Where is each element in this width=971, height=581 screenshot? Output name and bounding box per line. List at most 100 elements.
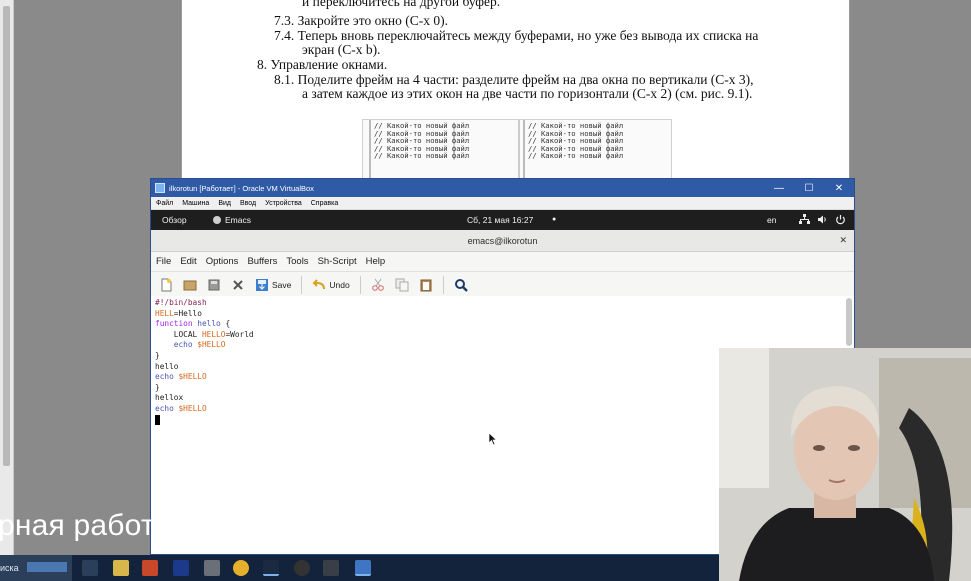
notification-dot: ● <box>552 216 557 223</box>
code-token: hellox <box>155 393 184 403</box>
code-token: LOCAL <box>155 329 202 339</box>
doc-line: и переключитесь на другой буфер. <box>302 0 501 9</box>
vbox-menu-view[interactable]: Вид <box>218 200 231 207</box>
code-token: echo <box>155 403 179 413</box>
cut-button[interactable] <box>371 275 385 295</box>
taskbar-search-label: иска <box>0 563 19 573</box>
menu-file[interactable]: File <box>156 256 171 267</box>
steam-icon[interactable] <box>263 560 279 576</box>
vbox-menu-help[interactable]: Справка <box>311 200 338 207</box>
vbox-menu-file[interactable]: Файл <box>156 200 173 207</box>
keyboard-layout[interactable]: en <box>767 215 776 225</box>
code-token: function <box>155 319 193 329</box>
menu-edit[interactable]: Edit <box>180 256 196 267</box>
text-cursor <box>155 414 160 425</box>
app-menu-label: Emacs <box>225 215 251 225</box>
app-icon[interactable] <box>204 560 220 576</box>
undo-icon <box>312 278 326 289</box>
vbox-menu-machine[interactable]: Машина <box>182 200 209 207</box>
search-icon <box>454 278 468 292</box>
scroll-thumb[interactable] <box>3 6 10 466</box>
new-file-button[interactable] <box>159 275 173 295</box>
buffer-scrollbar[interactable] <box>846 298 852 346</box>
menu-tools[interactable]: Tools <box>286 256 308 267</box>
menu-sh-script[interactable]: Sh-Script <box>318 256 357 267</box>
toolbar-separator <box>301 275 303 294</box>
doc-line: 8. Управление окнами. <box>257 57 388 72</box>
vbox-menu-input[interactable]: Ввод <box>240 200 256 207</box>
code-token: HELL <box>155 308 174 318</box>
taskbar-search[interactable]: иска <box>0 555 72 581</box>
save-icon <box>256 278 268 291</box>
search-highlight-image <box>27 562 68 572</box>
copy-button[interactable] <box>395 275 409 295</box>
webcam-person-image <box>719 348 971 581</box>
emacs-titlebar[interactable]: emacs@ilkorotun ✕ <box>151 230 854 252</box>
code-line: function hello { <box>155 319 850 330</box>
copy-icon <box>395 278 409 291</box>
app-menu[interactable]: Emacs <box>213 215 251 225</box>
vbox-titlebar[interactable]: ilkorotun [Работает] - Oracle VM Virtual… <box>151 179 854 197</box>
photoshop-icon[interactable] <box>173 560 189 576</box>
figure-left-pane: // Какой-то новый файл // Какой-то новый… <box>369 120 517 180</box>
code-token: echo <box>155 372 179 382</box>
emacs-close-button[interactable]: ✕ <box>839 235 847 246</box>
close-button[interactable]: ✕ <box>824 179 854 197</box>
system-status-area[interactable] <box>799 214 846 225</box>
code-token: hello <box>197 319 221 329</box>
virtualbox-icon <box>155 183 165 193</box>
emacs-toolbar: Save Undo <box>151 272 854 298</box>
task-view-icon[interactable] <box>82 560 98 576</box>
toolbar-separator <box>359 275 361 294</box>
virtualbox-taskbar-icon[interactable] <box>355 560 371 576</box>
menu-buffers[interactable]: Buffers <box>247 256 277 267</box>
paste-icon <box>420 279 432 291</box>
menu-help[interactable]: Help <box>366 256 386 267</box>
kill-buffer-button[interactable] <box>231 275 245 295</box>
open-folder-button[interactable] <box>183 275 197 295</box>
disk-icon <box>208 279 220 290</box>
close-x-icon <box>233 279 243 290</box>
figure-line: // Какой-то новый файл <box>374 151 470 161</box>
toolbar-separator <box>442 275 444 294</box>
code-token: } <box>155 382 160 392</box>
emacs-menubar: File Edit Options Buffers Tools Sh-Scrip… <box>151 252 854 272</box>
vbox-title: ilkorotun [Работает] - Oracle VM Virtual… <box>169 183 314 193</box>
code-line: #!/bin/bash <box>155 298 850 309</box>
code-token: =World <box>225 329 254 339</box>
code-token: $HELLO <box>197 340 226 350</box>
activities-button[interactable]: Обзор <box>162 215 187 225</box>
clock[interactable]: Сб, 21 мая 16:27 <box>467 215 533 225</box>
network-icon <box>799 214 810 224</box>
powerpoint-icon[interactable] <box>142 560 158 576</box>
save-button[interactable]: Save <box>255 275 291 295</box>
unity-icon[interactable] <box>323 560 339 576</box>
code-token: =Hello <box>173 308 202 318</box>
folder-icon <box>183 280 197 290</box>
code-token: { <box>220 319 231 329</box>
undo-button[interactable]: Undo <box>312 275 350 295</box>
obs-icon[interactable] <box>294 560 310 576</box>
vbox-menu-devices[interactable]: Устройства <box>265 200 302 207</box>
close-buffer-button[interactable] <box>207 275 221 295</box>
windows-taskbar: иска <box>0 555 719 581</box>
emacs-app-icon <box>213 216 221 224</box>
paste-button[interactable] <box>419 275 433 295</box>
left-scrollbar[interactable] <box>0 0 14 555</box>
maximize-button[interactable]: ☐ <box>794 179 824 197</box>
volume-icon <box>818 215 826 224</box>
search-button[interactable] <box>454 275 468 295</box>
doc-line: 7.3. Закройте это окно (C-x 0). <box>274 13 448 28</box>
scissors-icon <box>371 278 384 291</box>
lab-title-overlay: рная работа 9 <box>0 509 197 542</box>
emacs-title: emacs@ilkorotun <box>467 235 538 246</box>
doc-line: экран (C-x b). <box>302 42 381 57</box>
minimize-button[interactable]: — <box>764 179 794 197</box>
window-controls: — ☐ ✕ <box>764 179 854 197</box>
menu-options[interactable]: Options <box>206 256 239 267</box>
chrome-icon[interactable] <box>233 560 249 576</box>
save-label: Save <box>272 279 292 290</box>
file-explorer-icon[interactable] <box>113 560 129 576</box>
code-line: LOCAL HELLO=World <box>155 330 850 341</box>
code-token: #!/bin/bash <box>155 298 207 307</box>
